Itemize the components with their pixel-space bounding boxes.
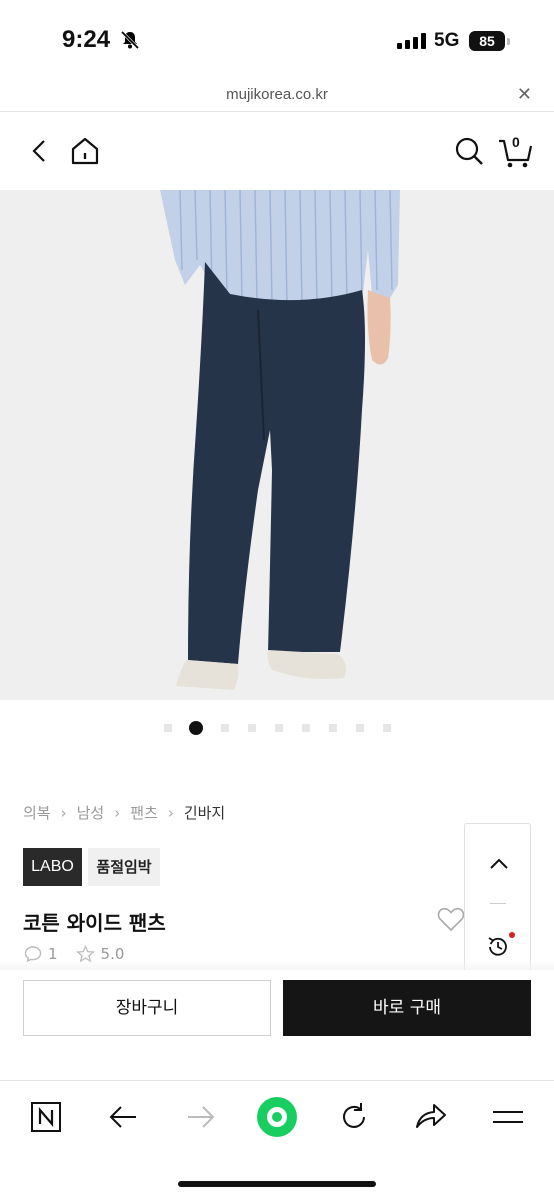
carousel-dot[interactable] <box>382 724 391 732</box>
product-photo <box>0 190 554 700</box>
breadcrumb-item[interactable]: 의복 <box>23 802 51 823</box>
url-text[interactable]: mujikorea.co.kr <box>0 86 554 103</box>
chevron-right-icon: › <box>167 803 174 822</box>
carousel-dot[interactable] <box>220 724 229 732</box>
floating-side-panel <box>464 823 531 973</box>
battery-icon: 85 <box>469 31 505 51</box>
carousel-dot[interactable] <box>274 724 283 732</box>
signal-icon <box>397 33 426 49</box>
battery-tip <box>507 38 510 45</box>
carousel-dot[interactable] <box>163 724 172 732</box>
breadcrumb-item[interactable]: 팬츠 <box>130 802 158 823</box>
notification-dot <box>509 932 515 938</box>
chevron-right-icon: › <box>60 803 67 822</box>
home-icon[interactable] <box>70 136 100 166</box>
menu-icon[interactable] <box>492 1107 524 1127</box>
cart-icon[interactable]: 0 <box>497 132 533 170</box>
breadcrumb-item[interactable]: 긴바지 <box>184 802 225 823</box>
carousel-dots[interactable] <box>0 720 554 736</box>
back-icon[interactable] <box>30 138 50 164</box>
product-title: 코튼 와이드 팬츠 <box>23 911 166 935</box>
search-icon[interactable] <box>454 136 484 166</box>
carousel-dot[interactable] <box>247 724 256 732</box>
status-time: 9:24 <box>62 26 111 53</box>
breadcrumb: 의복 › 남성 › 팬츠 › 긴바지 <box>23 802 225 823</box>
purchase-bar: 장바구니 바로 구매 <box>0 970 554 1080</box>
back-arrow-icon[interactable] <box>108 1103 138 1131</box>
forward-arrow-icon[interactable] <box>186 1103 216 1131</box>
close-icon[interactable]: ✕ <box>517 84 532 105</box>
product-image[interactable] <box>0 190 554 700</box>
status-bar: 9:24 5G 85 <box>0 0 554 80</box>
chevron-right-icon: › <box>114 803 121 822</box>
breadcrumb-item[interactable]: 남성 <box>77 802 105 823</box>
recent-history-icon[interactable] <box>485 934 511 960</box>
cart-count: 0 <box>512 134 520 150</box>
scroll-top-icon[interactable] <box>489 856 509 870</box>
labo-badge: LABO <box>23 848 82 886</box>
carousel-dot[interactable] <box>355 724 364 732</box>
url-bar[interactable]: mujikorea.co.kr ✕ <box>0 80 554 112</box>
carousel-dot[interactable] <box>189 721 203 735</box>
network-type: 5G <box>434 30 460 51</box>
home-indicator <box>178 1181 376 1187</box>
reload-icon[interactable] <box>338 1101 370 1133</box>
panel-divider <box>490 903 506 904</box>
share-icon[interactable] <box>414 1101 448 1131</box>
wishlist-heart-icon[interactable] <box>437 906 465 932</box>
low-stock-badge: 품절임박 <box>88 848 160 886</box>
green-home-icon[interactable] <box>256 1096 298 1138</box>
bell-muted-icon <box>120 30 140 50</box>
add-to-cart-button[interactable]: 장바구니 <box>23 980 271 1036</box>
site-header: 0 <box>0 112 554 190</box>
naver-n-icon[interactable] <box>30 1101 62 1133</box>
carousel-dot[interactable] <box>328 724 337 732</box>
carousel-dot[interactable] <box>301 724 310 732</box>
buy-now-button[interactable]: 바로 구매 <box>283 980 531 1036</box>
